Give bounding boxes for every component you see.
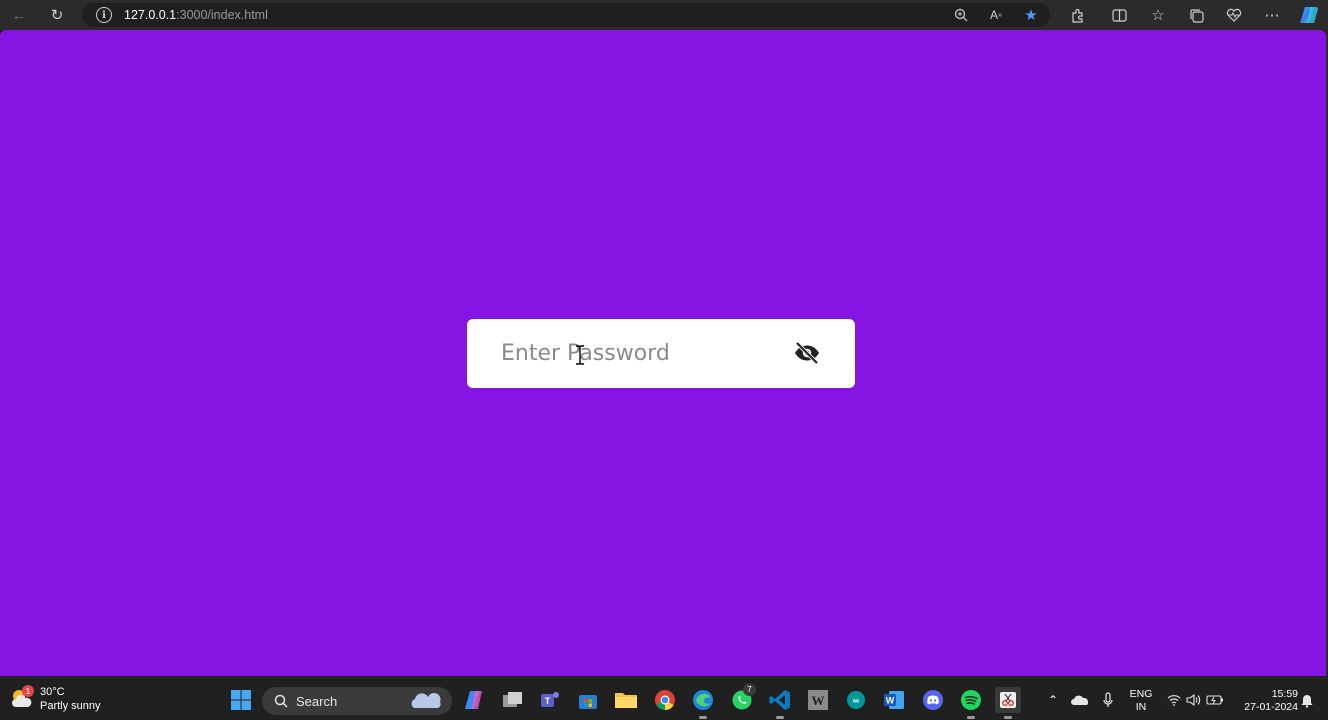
snipping-tool-icon[interactable]: [995, 687, 1021, 719]
vscode-icon[interactable]: [767, 687, 793, 719]
file-explorer-icon[interactable]: [613, 687, 639, 713]
svg-text:T: T: [545, 696, 551, 706]
read-aloud-icon[interactable]: A»: [985, 4, 1007, 26]
battery-icon[interactable]: [1202, 687, 1228, 713]
collections-icon[interactable]: [1185, 4, 1207, 26]
extensions-icon[interactable]: [1066, 4, 1088, 26]
url-text[interactable]: 127.0.0.1:3000/index.html: [124, 8, 268, 22]
clock[interactable]: 15:59 27-01-2024: [1228, 688, 1298, 714]
onedrive-icon[interactable]: [1067, 687, 1093, 713]
favorites-icon[interactable]: ☆: [1147, 4, 1169, 26]
weather-alert-badge: 1: [22, 685, 34, 697]
search-highlight-icon: [411, 693, 441, 708]
zoom-icon[interactable]: [950, 4, 972, 26]
teams-icon[interactable]: T: [537, 687, 563, 713]
word-icon[interactable]: W: [881, 687, 907, 713]
favorite-star-icon[interactable]: ★: [1020, 4, 1042, 26]
clock-date: 27-01-2024: [1244, 701, 1298, 713]
back-arrow-icon[interactable]: ←: [8, 4, 30, 26]
search-icon: [274, 694, 288, 708]
clock-time: 15:59: [1271, 688, 1298, 700]
spotify-icon[interactable]: [958, 687, 984, 719]
windows-taskbar: 1 30°C Partly sunny Search T 7 W ∞ W ⌃ E…: [0, 678, 1328, 720]
svg-text:∞: ∞: [853, 696, 860, 706]
copilot-icon[interactable]: [1298, 4, 1320, 26]
chevron-up-icon[interactable]: ⌃: [1040, 687, 1066, 713]
store-icon[interactable]: [575, 687, 601, 713]
language-indicator[interactable]: ENG IN: [1126, 688, 1156, 714]
refresh-icon[interactable]: ↻: [46, 4, 68, 26]
more-menu-icon[interactable]: ⋯: [1261, 4, 1283, 26]
browser-essentials-icon[interactable]: [1223, 4, 1245, 26]
weather-description: Partly sunny: [40, 700, 101, 712]
weather-temperature: 30°C: [40, 686, 65, 698]
address-bar[interactable]: i 127.0.0.1:3000/index.html: [82, 3, 1050, 27]
password-input[interactable]: [501, 319, 791, 388]
start-button[interactable]: [228, 687, 254, 713]
copilot-pre-app-icon[interactable]: [462, 687, 488, 713]
whatsapp-badge: 7: [743, 683, 756, 696]
edge-icon[interactable]: [690, 687, 716, 719]
task-view-icon[interactable]: [500, 687, 526, 713]
notification-bell-icon[interactable]: [1294, 687, 1320, 713]
chrome-icon[interactable]: [652, 687, 678, 713]
discord-icon[interactable]: [920, 687, 946, 713]
split-screen-icon[interactable]: [1108, 4, 1130, 26]
partly-sunny-icon: 1: [10, 685, 34, 711]
arduino-icon[interactable]: ∞: [843, 687, 869, 713]
page-viewport: [0, 30, 1326, 676]
whatsapp-icon[interactable]: 7: [729, 683, 756, 713]
browser-toolbar: ← ↻ i 127.0.0.1:3000/index.html A» ★ ☆ ⋯: [0, 0, 1328, 30]
weather-widget[interactable]: 1 30°C Partly sunny: [10, 685, 101, 713]
eye-slash-icon[interactable]: [793, 341, 821, 365]
svg-text:W: W: [886, 696, 895, 706]
site-info-icon[interactable]: i: [96, 7, 112, 23]
search-label: Search: [296, 693, 338, 709]
password-field-container: [467, 319, 855, 388]
microphone-icon[interactable]: [1095, 687, 1121, 713]
wordpress-app-icon[interactable]: W: [805, 687, 831, 713]
taskbar-search[interactable]: Search: [262, 687, 452, 715]
svg-text:W: W: [812, 693, 825, 708]
